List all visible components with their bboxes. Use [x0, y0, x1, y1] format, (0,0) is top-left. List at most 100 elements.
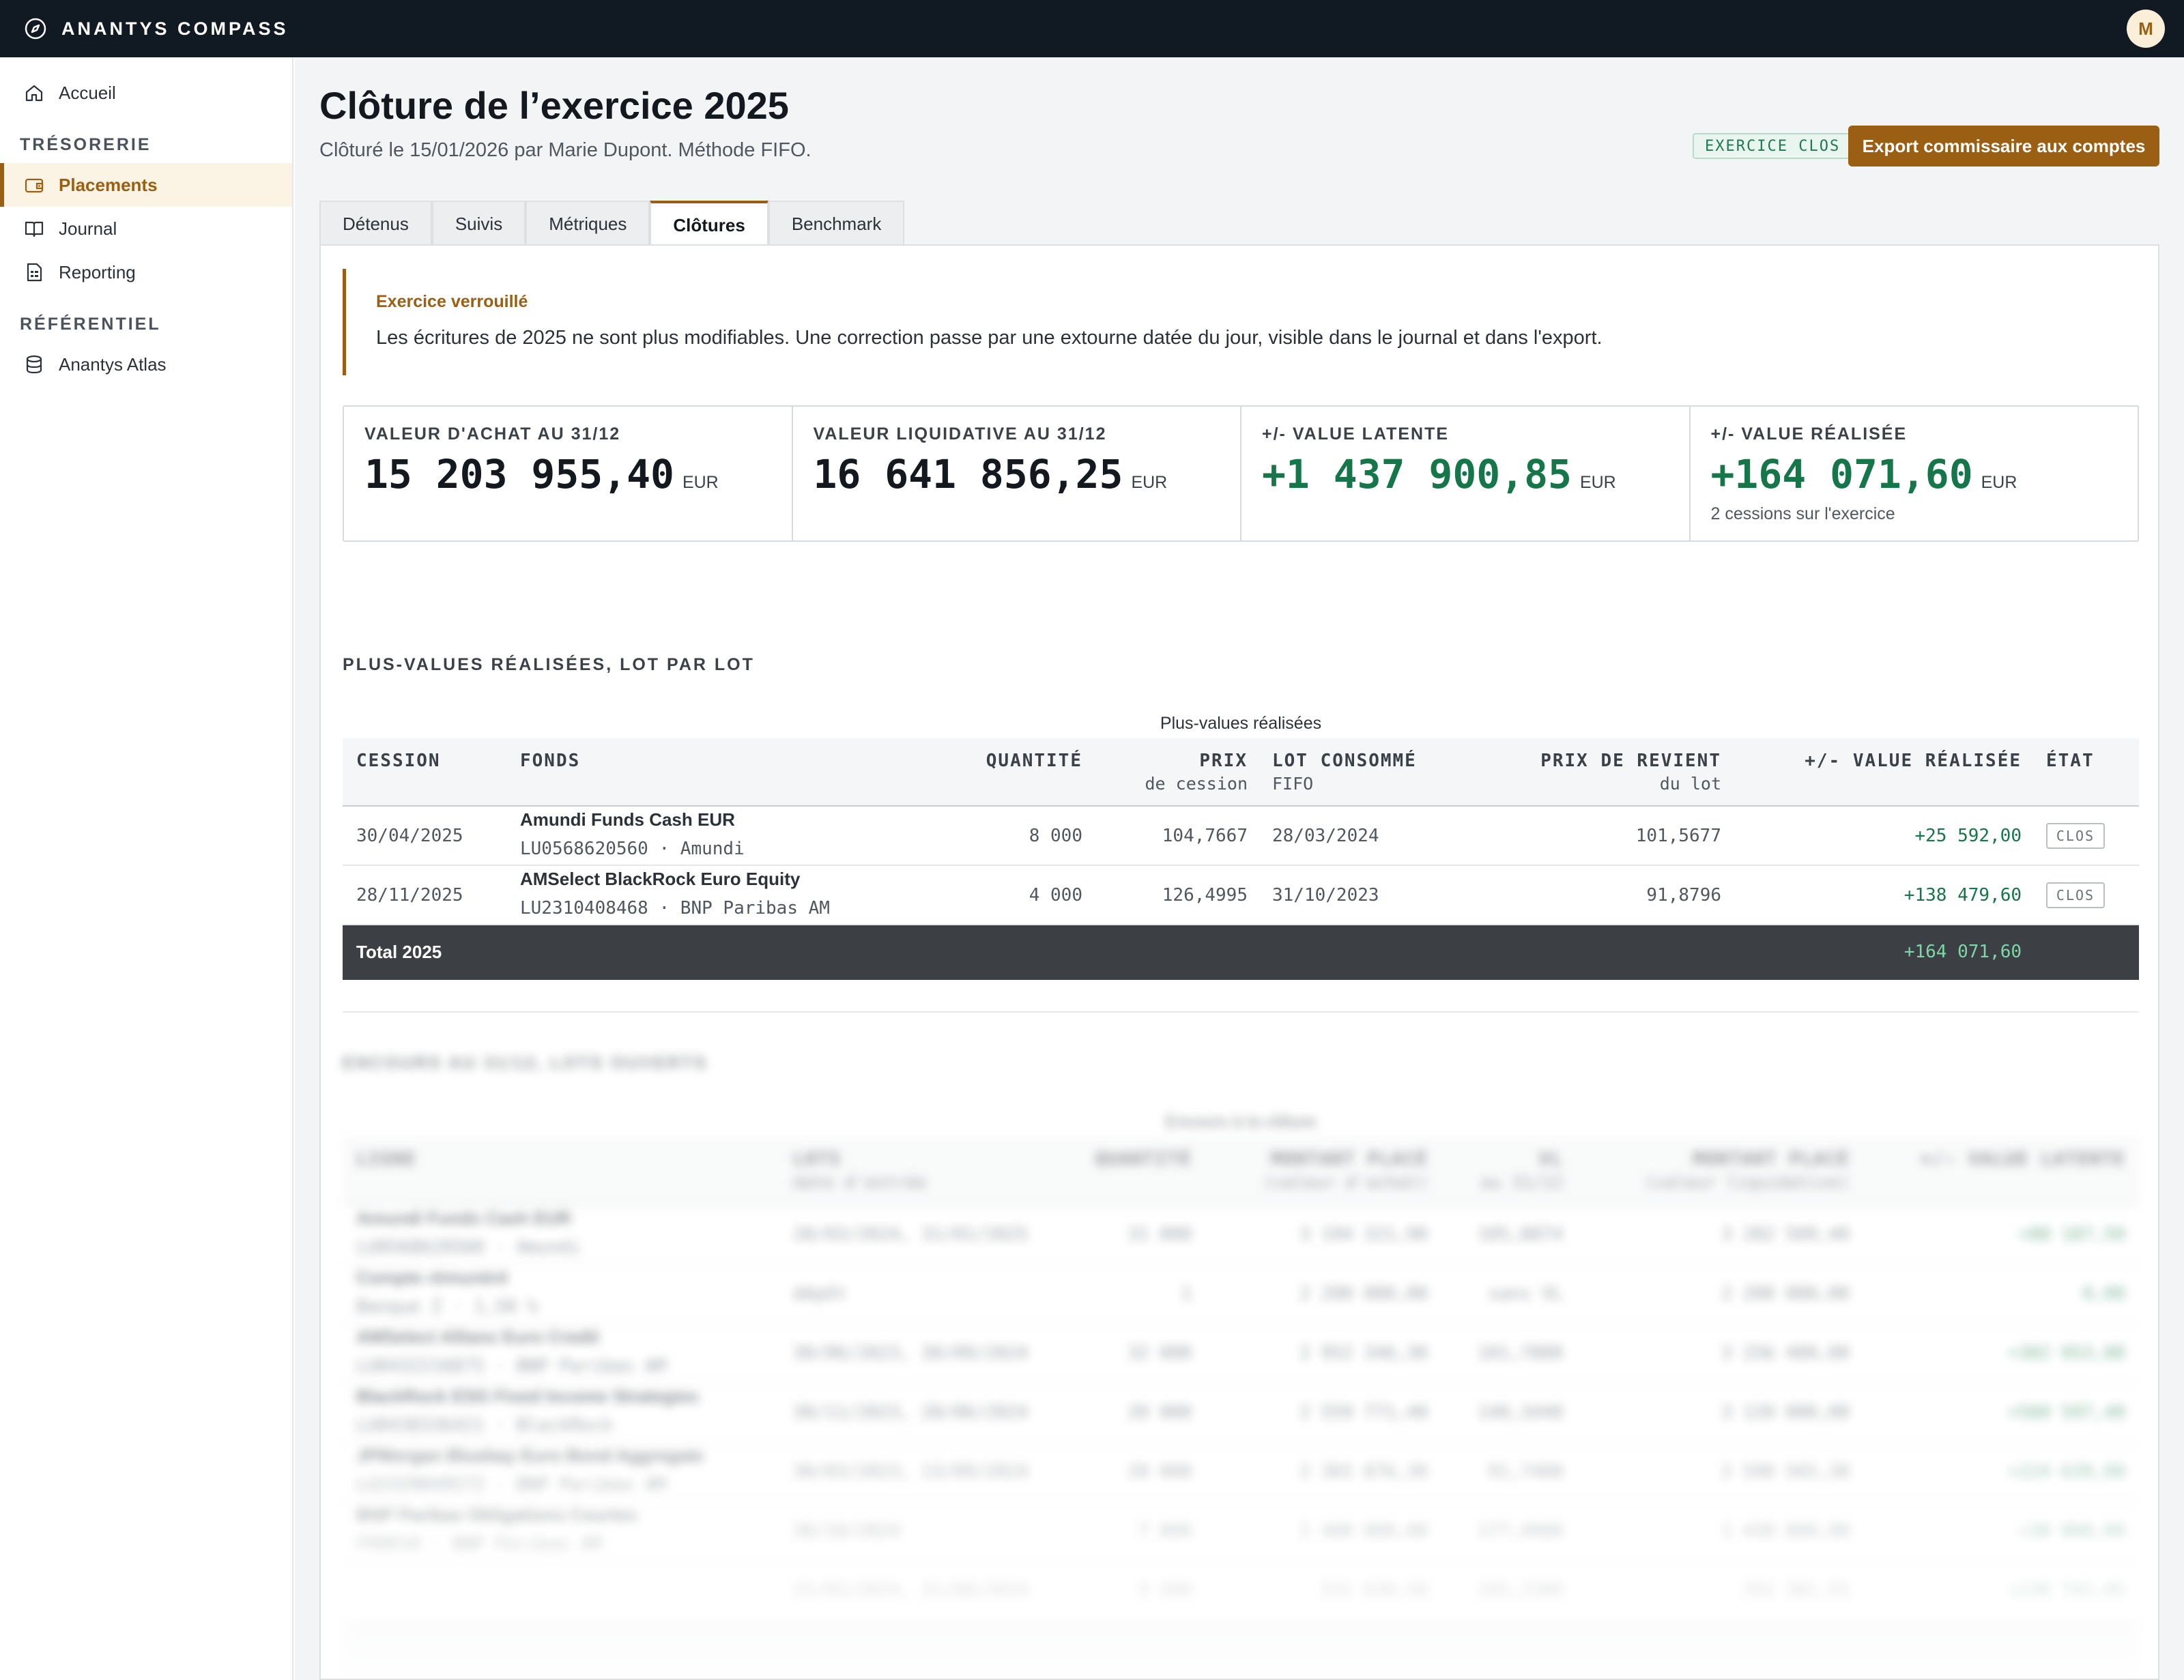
sidebar: Accueil TRÉSORERIE Placements Journal Re…	[0, 57, 293, 1680]
cell-gain: +25 592,00	[1914, 826, 2022, 846]
fund-name: Amundi Funds Cash EUR	[520, 809, 735, 830]
kpi-label: VALEUR D'ACHAT AU 31/12	[364, 424, 621, 444]
fund-name: AMSelect BlackRock Euro Equity	[520, 869, 801, 889]
tab-metriques[interactable]: Métriques	[526, 201, 650, 246]
cell-qty: 8 000	[1029, 826, 1082, 846]
state-tag: CLOS	[2046, 882, 2105, 908]
col-fonds: FONDS	[520, 751, 581, 771]
table-header: CESSION FONDS QUANTITÉ PRIX de cession LO…	[343, 738, 2139, 807]
cell-vl: 101,7800	[1477, 1343, 1563, 1363]
cell-latent: +88 187,50	[2018, 1224, 2125, 1245]
col-lot-sub: FIFO	[1272, 774, 1314, 794]
sidebar-item-journal[interactable]: Journal	[0, 207, 292, 250]
sidebar-section-treasury: TRÉSORERIE	[20, 135, 152, 154]
sidebar-item-label: Accueil	[59, 82, 116, 103]
line-name: Compte rémunéré	[356, 1267, 508, 1288]
sidebar-item-placements[interactable]: Placements	[0, 163, 292, 207]
col-montant2-label: MONTANT PLACÉ	[1693, 1149, 1850, 1170]
tab-suivis[interactable]: Suivis	[431, 201, 526, 246]
col-prix: PRIX de cession	[1145, 751, 1248, 794]
cell-cost: 101,5677	[1635, 826, 1721, 846]
cell-fund: Amundi Funds Cash EUR LU0568620560 · Amu…	[520, 809, 745, 859]
tab-bar: Détenus Suivis Métriques Clôtures Benchm…	[319, 201, 905, 247]
cell-amount-liq: 3 282 509,40	[1721, 1224, 1850, 1245]
cell-lot: 28/03/2024	[1272, 826, 1379, 846]
tab-clotures[interactable]: Clôtures	[650, 201, 768, 247]
cell-amount-liq: 3 256 400,00	[1721, 1343, 1850, 1363]
table-row: AMSelect Allianz Euro Credit LU0432216875…	[343, 1324, 2139, 1383]
sidebar-item-label: Anantys Atlas	[59, 353, 167, 375]
top-bar: ANANTYS COMPASS M	[0, 0, 2184, 57]
open-lots-title: ENCOURS AU 31/12, LOTS OUVERTS	[343, 1054, 708, 1073]
cell-line: AMSelect Allianz Euro Credit LU0432216875…	[356, 1327, 666, 1376]
user-avatar[interactable]: M	[2127, 10, 2165, 48]
kpi-value: +164 071,60	[1710, 451, 1973, 497]
kpi-unit: EUR	[1131, 473, 1168, 492]
col-lots: LOTS date d'entrée	[793, 1149, 927, 1192]
cell-amount-liq: 2 200 000,00	[1721, 1284, 1850, 1304]
cell-line: Compte rémunéré Banque Z · 1,50 %	[356, 1267, 538, 1317]
col-value: +/- VALUE RÉALISÉE	[1805, 751, 2022, 771]
col-vl-sub: au 31/12	[1480, 1172, 1563, 1192]
cell-state: CLOS	[2046, 823, 2105, 849]
cell-gain: +138 479,60	[1903, 885, 2022, 906]
wallet-icon	[23, 174, 45, 196]
kpi-unit: EUR	[1579, 473, 1616, 492]
app-brand[interactable]: ANANTYS COMPASS	[61, 18, 289, 40]
cell-lots: dépôt	[793, 1284, 847, 1304]
sidebar-item-home[interactable]: Accueil	[0, 71, 292, 115]
col-montant2-sub: (valeur liquidative)	[1643, 1172, 1850, 1192]
cell-cession: 30/04/2025	[356, 826, 463, 846]
cell-price: 104,7667	[1162, 826, 1248, 846]
col-vl-label: VL	[1538, 1149, 1563, 1170]
closing-panel: Exercice verrouillé Les écritures de 202…	[319, 244, 2159, 1680]
fade-overlay	[321, 1406, 2158, 1679]
cell-vl: sans VL	[1488, 1284, 1563, 1304]
kpi-value: +1 437 900,85	[1262, 451, 1572, 497]
kpi-realized-gain: +/- VALUE RÉALISÉE +164 071,60 EUR 2 cess…	[1691, 407, 2138, 540]
realized-section-title: PLUS-VALUES RÉALISÉES, LOT PAR LOT	[343, 655, 755, 674]
cell-qty: 32 000	[1127, 1343, 1192, 1363]
cell-qty: 31 000	[1127, 1224, 1192, 1245]
kpi-unit: EUR	[682, 473, 719, 492]
col-quantite: QUANTITÉ	[1095, 1149, 1192, 1170]
database-icon	[23, 353, 45, 375]
kpi-footnote: 2 cessions sur l'exercice	[1710, 504, 1895, 523]
sidebar-item-reporting[interactable]: Reporting	[0, 250, 292, 294]
kpi-liquidation-value: VALEUR LIQUIDATIVE AU 31/12 16 641 856,2…	[793, 407, 1241, 540]
tab-detenus[interactable]: Détenus	[319, 201, 432, 246]
cell-lot: 31/10/2023	[1272, 885, 1379, 906]
table-row: 28/11/2025 AMSelect BlackRock Euro Equit…	[343, 866, 2139, 925]
col-etat: ÉTAT	[2046, 751, 2095, 771]
sidebar-item-label: Journal	[59, 218, 117, 239]
cell-state: CLOS	[2046, 882, 2105, 908]
lock-notice: Exercice verrouillé Les écritures de 202…	[343, 269, 2139, 375]
line-sub: LU0432216875 · BNP Paribas AM	[356, 1356, 666, 1376]
col-revient-label: PRIX DE REVIENT	[1540, 751, 1721, 771]
col-montant-label: MONTANT PLACÉ	[1271, 1149, 1428, 1170]
col-prix-sub: de cession	[1145, 774, 1248, 794]
page-subtitle: Clôturé le 15/01/2026 par Marie Dupont. …	[319, 139, 811, 161]
table-header: LIGNE LOTS date d'entrée QUANTITÉ MONTANT…	[343, 1137, 2139, 1205]
kpi-label: +/- VALUE LATENTE	[1262, 424, 1450, 444]
cell-qty: 4 000	[1029, 885, 1082, 906]
cell-cession: 28/11/2025	[356, 885, 463, 906]
cell-amount: 2 200 000,00	[1299, 1284, 1428, 1304]
export-auditor-button[interactable]: Export commissaire aux comptes	[1848, 126, 2159, 166]
cell-qty: 1	[1181, 1284, 1192, 1304]
col-lots-label: LOTS	[793, 1149, 842, 1170]
kpi-purchase-value: VALEUR D'ACHAT AU 31/12 15 203 955,40 EUR	[344, 407, 793, 540]
kpi-row: VALEUR D'ACHAT AU 31/12 15 203 955,40 EUR…	[343, 405, 2139, 542]
cell-vl: 105,8874	[1477, 1224, 1563, 1245]
kpi-label: VALEUR LIQUIDATIVE AU 31/12	[813, 424, 1107, 444]
cell-amount: 3 194 321,90	[1299, 1224, 1428, 1245]
tab-benchmark[interactable]: Benchmark	[768, 201, 905, 246]
main-content: Clôture de l’exercice 2025 Clôturé le 15…	[295, 57, 2184, 1680]
line-sub: Banque Z · 1,50 %	[356, 1297, 538, 1317]
realized-table: CESSION FONDS QUANTITÉ PRIX de cession LO…	[343, 738, 2139, 980]
book-icon	[23, 218, 45, 240]
cell-cost: 91,8796	[1646, 885, 1721, 906]
sidebar-section-referentiel: RÉFÉRENTIEL	[20, 315, 161, 334]
sidebar-item-atlas[interactable]: Anantys Atlas	[0, 343, 292, 386]
col-prix-label: PRIX	[1199, 751, 1248, 771]
